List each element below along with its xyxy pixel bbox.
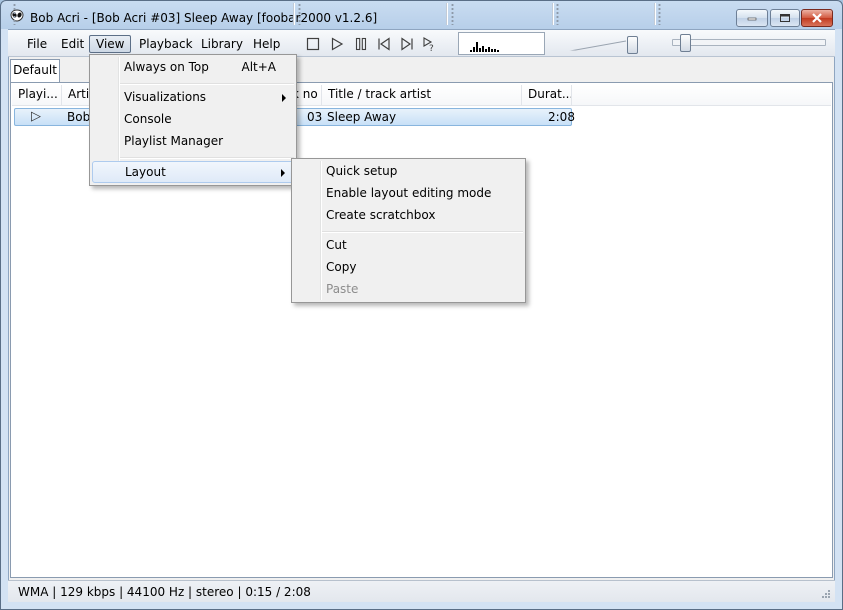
menu-edit[interactable]: Edit: [54, 35, 91, 53]
menu-item-label: Layout: [125, 165, 166, 179]
volume-grip[interactable]: [556, 3, 559, 25]
close-button[interactable]: [801, 9, 833, 27]
menu-item-label: Visualizations: [124, 90, 207, 104]
menu-separator: [120, 83, 294, 84]
next-icon: [401, 37, 413, 51]
menu-item-always-on-top[interactable]: Always on Top Alt+A: [92, 57, 294, 79]
maximize-button[interactable]: [770, 9, 800, 27]
menu-separator: [322, 231, 523, 232]
resize-grip-icon[interactable]: [821, 589, 831, 599]
spectrum-visualisation[interactable]: [458, 32, 545, 55]
column-header-title[interactable]: Title / track artist: [322, 85, 522, 105]
menu-item-paste: Paste: [294, 279, 523, 301]
minimize-icon: [747, 17, 757, 21]
stop-button[interactable]: [304, 35, 322, 53]
cell-artist: Bob: [67, 110, 91, 124]
menu-view[interactable]: View: [89, 35, 132, 53]
menubar-grip[interactable]: [13, 3, 16, 25]
menu-item-label: Paste: [326, 282, 359, 296]
cell-duration: 2:08: [548, 110, 575, 124]
menu-item-playlist-manager[interactable]: Playlist Manager: [92, 131, 294, 153]
menu-item-label: Copy: [326, 260, 357, 274]
seekbar-grip[interactable]: [658, 3, 661, 25]
menu-item-label: Always on Top: [124, 60, 209, 74]
menu-item-copy[interactable]: Copy: [294, 257, 523, 279]
toolbar-separator: [552, 3, 553, 25]
menu-item-label: Cut: [326, 238, 347, 252]
next-button[interactable]: [398, 35, 416, 53]
menu-item-label: Create scratchbox: [326, 208, 436, 222]
play-button[interactable]: [328, 35, 346, 53]
toolbar-separator: [446, 3, 447, 25]
menu-help[interactable]: Help: [246, 35, 287, 53]
stop-icon: [306, 37, 320, 51]
random-icon: ?: [423, 37, 434, 52]
menu-item-layout[interactable]: Layout: [92, 161, 294, 183]
toolbar-separator: [293, 3, 294, 25]
submenu-arrow-icon: [282, 94, 286, 102]
transport-grip[interactable]: [298, 3, 301, 25]
menu-library[interactable]: Library: [194, 35, 250, 53]
menu-item-quick-setup[interactable]: Quick setup: [294, 161, 523, 183]
status-bar: WMA | 129 kbps | 44100 Hz | stereo | 0:1…: [8, 580, 835, 602]
column-header-playing[interactable]: Playi...: [12, 85, 62, 105]
visualisation-grip[interactable]: [451, 3, 454, 25]
menu-item-label: Enable layout editing mode: [326, 186, 492, 200]
menu-item-enable-layout-editing[interactable]: Enable layout editing mode: [294, 183, 523, 205]
volume-slider[interactable]: [560, 32, 646, 54]
close-icon: [812, 13, 822, 23]
view-menu: Always on Top Alt+A Visualizations Conso…: [89, 54, 297, 186]
now-playing-icon: ▷: [31, 109, 41, 124]
seek-bar[interactable]: [668, 33, 830, 53]
title-bar[interactable]: Bob Acri - [Bob Acri #03] Sleep Away [fo…: [0, 0, 843, 29]
layout-submenu: Quick setup Enable layout editing mode C…: [291, 158, 526, 303]
status-text: WMA | 129 kbps | 44100 Hz | stereo | 0:1…: [18, 585, 311, 599]
seek-thumb[interactable]: [680, 34, 691, 52]
toolbar-separator: [654, 3, 655, 25]
play-icon: [331, 37, 344, 51]
column-header-duration[interactable]: Durat...: [522, 85, 572, 105]
random-button[interactable]: ?: [421, 35, 439, 53]
cell-track-no: 03: [307, 110, 323, 124]
minimize-button[interactable]: [736, 9, 768, 27]
seek-track: [672, 39, 826, 46]
menu-item-label: Console: [124, 112, 172, 126]
maximize-icon: [780, 14, 790, 22]
previous-icon: [378, 37, 390, 51]
menu-item-label: Playlist Manager: [124, 134, 224, 148]
cell-title: Sleep Away: [327, 110, 397, 124]
tab-default[interactable]: Default: [10, 59, 60, 83]
pause-button[interactable]: [352, 35, 370, 53]
menu-file[interactable]: File: [20, 35, 54, 53]
menu-item-console[interactable]: Console: [92, 109, 294, 131]
svg-text:?: ?: [429, 44, 434, 52]
submenu-arrow-icon: [281, 169, 285, 177]
menu-item-shortcut: Alt+A: [241, 60, 276, 74]
pause-icon: [355, 37, 367, 51]
menu-item-visualizations[interactable]: Visualizations: [92, 87, 294, 109]
previous-button[interactable]: [375, 35, 393, 53]
menu-item-cut[interactable]: Cut: [294, 235, 523, 257]
menu-playback[interactable]: Playback: [132, 35, 200, 53]
menu-item-create-scratchbox[interactable]: Create scratchbox: [294, 205, 523, 227]
menu-separator: [120, 157, 294, 158]
menu-item-label: Quick setup: [326, 164, 398, 178]
window-title: Bob Acri - [Bob Acri #03] Sleep Away [fo…: [30, 11, 378, 25]
spectrum-bars: [470, 42, 499, 52]
volume-thumb[interactable]: [627, 36, 638, 54]
